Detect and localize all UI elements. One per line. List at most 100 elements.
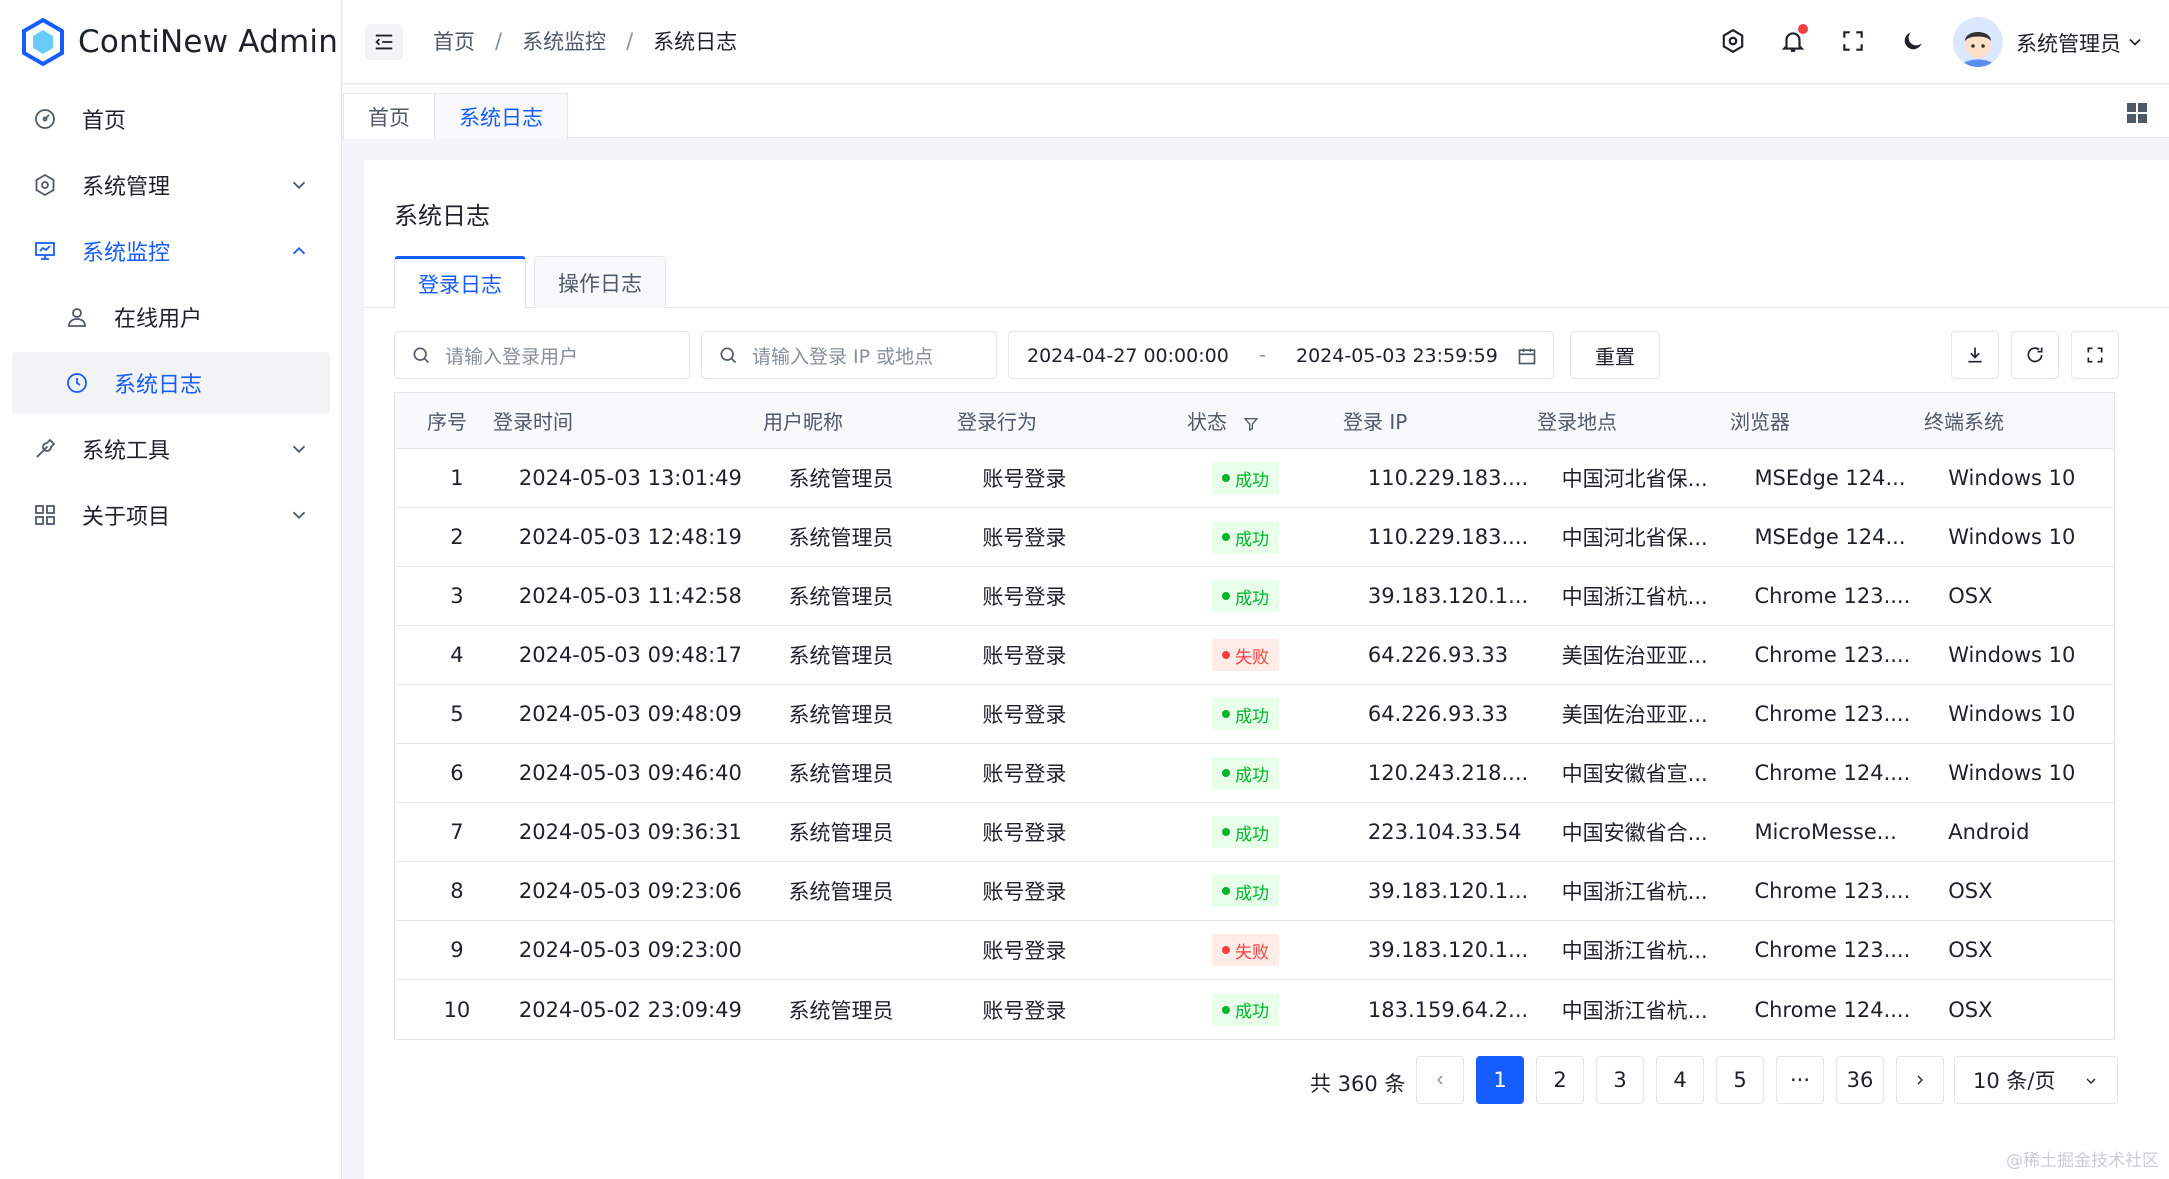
calendar-icon xyxy=(1518,348,1536,365)
page-size-select[interactable]: 10 条/页 xyxy=(1954,1056,2118,1104)
page-title: 系统日志 xyxy=(394,202,490,230)
sidebar-item-home[interactable]: 首页 xyxy=(12,88,330,150)
page-number: 2 xyxy=(1553,1068,1567,1092)
theme-toggle-button[interactable] xyxy=(1896,24,1930,58)
table-cell: 系统管理员 xyxy=(788,821,894,845)
status-dot xyxy=(1222,592,1231,600)
table-cell: 5 xyxy=(450,702,464,726)
date-separator: - xyxy=(1259,344,1266,366)
page-button-1[interactable]: 1 xyxy=(1476,1056,1524,1104)
column-header: 登录 IP xyxy=(1343,410,1408,434)
page-button-36[interactable]: 36 xyxy=(1836,1056,1884,1104)
breadcrumb-item[interactable]: 系统监控 xyxy=(522,26,606,56)
page-number: ··· xyxy=(1789,1068,1811,1092)
status-text: 成功 xyxy=(1235,883,1270,904)
date-end[interactable]: 2024-05-03 23:59:59 xyxy=(1296,345,1498,367)
breadcrumb-item[interactable]: 首页 xyxy=(433,26,475,56)
status-cell: 失败 xyxy=(1212,934,1368,966)
table-row[interactable]: 3 2024-05-03 11:42:58 系统管理员 账号登录 成功 39.183.12… xyxy=(395,567,2114,626)
table-cell: 2024-05-03 09:46:40 xyxy=(518,761,742,785)
table-cell: 账号登录 xyxy=(982,644,1067,668)
avatar[interactable] xyxy=(1953,17,2003,67)
table-cell: 2024-05-03 12:48:19 xyxy=(518,525,742,549)
status-text: 失败 xyxy=(1235,942,1270,963)
chevron-down-icon[interactable] xyxy=(2125,32,2145,52)
table-cell: 系统管理员 xyxy=(788,644,894,668)
page-button-3[interactable]: 3 xyxy=(1596,1056,1644,1104)
table-header: 序号 登录时间 用户昵称 登录行为 状态 登录 IP 登录地点 浏览器 终端系统 xyxy=(395,393,2114,449)
table-cell: 8 xyxy=(450,879,464,903)
table-cell: 10 xyxy=(443,997,471,1022)
table-row[interactable]: 9 2024-05-03 09:23:00 账号登录 失败 39.183.120.1..… xyxy=(395,921,2114,980)
table-row[interactable]: 4 2024-05-03 09:48:17 系统管理员 账号登录 失败 64.226.93… xyxy=(395,626,2114,685)
table-cell: MicroMesse... xyxy=(1754,820,1897,844)
search-ip-input[interactable]: 请输入登录 IP 或地点 xyxy=(701,331,997,379)
sidebar-item-system-monitor[interactable]: 系统监控 xyxy=(12,220,330,282)
status-cell: 成功 xyxy=(1212,580,1368,612)
table-cell: 7 xyxy=(450,820,464,844)
table-cell: OSX xyxy=(1948,938,1993,962)
filter-icon[interactable] xyxy=(1243,416,1259,432)
apps-icon[interactable] xyxy=(2125,101,2149,125)
table-cell: 系统管理员 xyxy=(788,762,894,786)
table-cell: Android xyxy=(1948,820,2030,844)
chevron-down-icon xyxy=(2086,1078,2096,1084)
status-dot xyxy=(1222,651,1231,659)
table-cell: Chrome 124.... xyxy=(1754,761,1911,785)
tab-operation-log[interactable]: 操作日志 xyxy=(534,256,666,308)
table-fullscreen-button[interactable] xyxy=(2071,331,2119,379)
date-start[interactable]: 2024-04-27 00:00:00 xyxy=(1027,345,1229,367)
prev-page-button[interactable] xyxy=(1416,1056,1464,1104)
fullscreen-button[interactable] xyxy=(1836,24,1870,58)
page-size-value: 10 条/页 xyxy=(1973,1069,2056,1093)
table-cell: 2024-05-03 09:48:09 xyxy=(518,702,742,726)
fullscreen-icon xyxy=(2087,347,2103,363)
sidebar: ContiNew Admin 首页 系统管理 系统监控 在线用户 系统日志 系统… xyxy=(0,0,342,1179)
page-button-4[interactable]: 4 xyxy=(1656,1056,1704,1104)
tab-system-log[interactable]: 系统日志 xyxy=(434,93,568,139)
sidebar-item-about[interactable]: 关于项目 xyxy=(12,484,330,546)
settings-button[interactable] xyxy=(1716,24,1750,58)
table-row[interactable]: 10 2024-05-02 23:09:49 系统管理员 账号登录 成功 183.159.… xyxy=(395,980,2114,1039)
table-row[interactable]: 8 2024-05-03 09:23:06 系统管理员 账号登录 成功 39.183.12… xyxy=(395,862,2114,921)
collapse-sidebar-button[interactable] xyxy=(365,24,403,60)
tab-home[interactable]: 首页 xyxy=(343,93,435,139)
table-cell: 账号登录 xyxy=(982,526,1067,550)
search-icon xyxy=(720,347,737,364)
table-cell: OSX xyxy=(1948,879,1993,903)
reset-button[interactable]: 重置 xyxy=(1570,331,1660,379)
table-cell: 9 xyxy=(450,938,464,962)
table-row[interactable]: 5 2024-05-03 09:48:09 系统管理员 账号登录 成功 64.226.93… xyxy=(395,685,2114,744)
table-row[interactable]: 6 2024-05-03 09:46:40 系统管理员 账号登录 成功 120.243.2… xyxy=(395,744,2114,803)
page-ellipsis[interactable]: ··· xyxy=(1776,1056,1824,1104)
table-row[interactable]: 2 2024-05-03 12:48:19 系统管理员 账号登录 成功 110.229.1… xyxy=(395,508,2114,567)
table-row[interactable]: 7 2024-05-03 09:36:31 系统管理员 账号登录 成功 223.104.3… xyxy=(395,803,2114,862)
search-user-input[interactable]: 请输入登录用户 xyxy=(394,331,690,379)
sidebar-item-online-users[interactable]: 在线用户 xyxy=(12,286,330,348)
brand[interactable]: ContiNew Admin xyxy=(20,16,338,68)
tab-login-log[interactable]: 登录日志 xyxy=(394,256,526,309)
sidebar-item-system-management[interactable]: 系统管理 xyxy=(12,154,330,216)
page-button-5[interactable]: 5 xyxy=(1716,1056,1764,1104)
export-button[interactable] xyxy=(1951,331,1999,379)
notification-button[interactable] xyxy=(1776,24,1810,58)
table-cell: 账号登录 xyxy=(982,998,1067,1023)
refresh-button[interactable] xyxy=(2011,331,2059,379)
fullscreen-icon xyxy=(1843,31,1863,51)
table-cell: 中国河北省保... xyxy=(1561,467,1708,491)
user-name[interactable]: 系统管理员 xyxy=(2016,28,2121,58)
date-range-picker[interactable]: 2024-04-27 00:00:00 - 2024-05-03 23:59:5… xyxy=(1008,331,1554,379)
table-cell: 账号登录 xyxy=(982,703,1067,727)
sidebar-item-system-log[interactable]: 系统日志 xyxy=(12,352,330,414)
table-cell: 2024-05-03 13:01:49 xyxy=(518,466,742,490)
page-button-2[interactable]: 2 xyxy=(1536,1056,1584,1104)
table-row[interactable]: 1 2024-05-03 13:01:49 系统管理员 账号登录 成功 110.229.1… xyxy=(395,449,2114,508)
sidebar-item-system-tools[interactable]: 系统工具 xyxy=(12,418,330,480)
status-text: 成功 xyxy=(1235,706,1270,727)
next-page-button[interactable] xyxy=(1896,1056,1944,1104)
status-badge: 失败 xyxy=(1212,934,1280,966)
status-cell: 成功 xyxy=(1212,462,1368,494)
sidebar-item-label: 系统管理 xyxy=(82,175,171,200)
sidebar-item-label: 系统监控 xyxy=(82,241,171,266)
content-card: 系统日志 登录日志 操作日志 请输入登录用户 请输入登录 IP 或地点 2024… xyxy=(364,160,2169,1179)
